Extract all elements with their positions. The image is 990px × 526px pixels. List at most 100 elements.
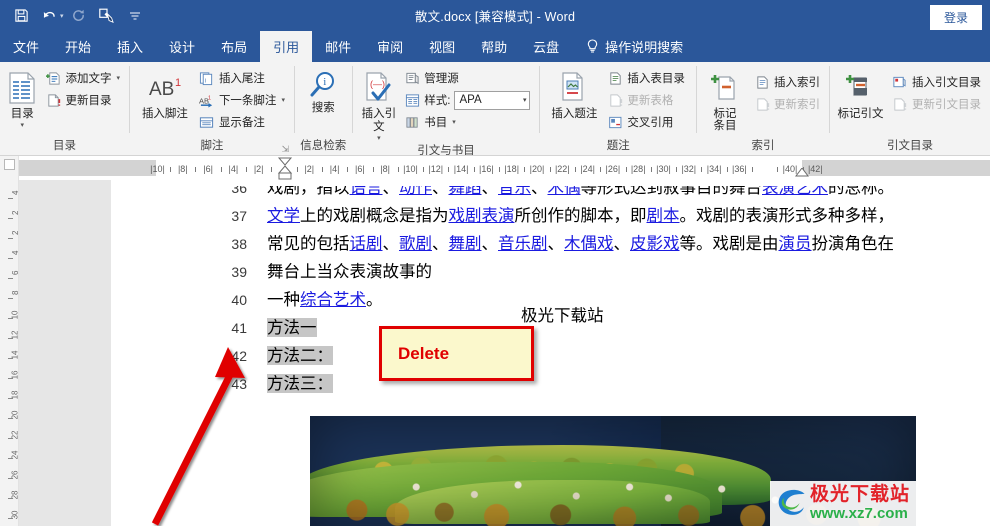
hyperlink[interactable]: 文学	[267, 206, 300, 225]
insert-table-of-authorities-button[interactable]: 插入引文目录	[889, 72, 984, 92]
ruler-tick-mark	[347, 167, 349, 172]
mark-entry-button[interactable]: 标记条目	[703, 66, 747, 132]
svg-text:1: 1	[208, 95, 211, 101]
citation-style-select[interactable]: APA ▾	[454, 90, 531, 110]
delete-callout[interactable]: Delete	[379, 326, 534, 381]
tab-view[interactable]: 视图	[416, 31, 468, 62]
dialog-launcher-icon[interactable]: ⇲	[281, 145, 290, 154]
mark-citation-button[interactable]: 标记引文	[836, 66, 885, 121]
sign-in-button[interactable]: 登录	[929, 5, 982, 30]
tab-stop-icon	[4, 159, 15, 170]
first-line-indent-marker[interactable]	[277, 157, 293, 180]
landscape-photo[interactable]: 极光下载站 www.xz7.com	[310, 416, 916, 526]
title-bar: ▾ 散文.docx [兼容模式] - Word 登录	[0, 0, 990, 31]
vertical-ruler[interactable]: 4 2 2 4 6 8 10 12 14 16 18 20 22 24 26 28 30	[0, 180, 19, 526]
update-table-button[interactable]: 更新表格	[604, 90, 688, 110]
tab-insert[interactable]: 插入	[104, 31, 156, 62]
ruler-tick-label: |28|	[630, 164, 646, 174]
chevron-down-icon[interactable]: ▾	[523, 96, 527, 104]
tab-design[interactable]: 设计	[156, 31, 208, 62]
insert-citation-button[interactable]: (—) 插入引文 ▾	[358, 66, 399, 142]
insert-endnote-icon: i	[199, 70, 215, 86]
hyperlink[interactable]: 演员	[779, 234, 812, 253]
ribbon-tabs: 文件 开始 插入 设计 布局 引用 邮件 审阅 视图 帮助 云盘 操作说明搜索	[0, 31, 990, 62]
update-toc-label: 更新目录	[65, 95, 112, 107]
document-line[interactable]: 一种综合艺术。	[267, 286, 383, 314]
group-label-citations: 引文与书目	[417, 145, 475, 156]
customize-qat-icon[interactable]	[122, 4, 148, 28]
plain-text: 、	[613, 234, 631, 253]
tab-file[interactable]: 文件	[0, 31, 52, 62]
add-text-button[interactable]: 添加文字 ▾	[42, 68, 123, 88]
add-text-label: 添加文字	[65, 73, 112, 85]
group-label-authorities: 引文目录	[886, 140, 933, 152]
save-icon[interactable]	[8, 4, 34, 28]
update-toc-icon	[45, 92, 61, 108]
tab-review[interactable]: 审阅	[364, 31, 416, 62]
redo-icon[interactable]	[66, 4, 92, 28]
horizontal-ruler[interactable]: |10| |8| |6| |4| |2| |2| |4| |6| |8| |10| |12| |14|…	[19, 156, 990, 180]
insert-footnote-icon: AB 1	[145, 68, 185, 108]
tab-cloud-drive[interactable]: 云盘	[520, 31, 572, 62]
format-painter-icon[interactable]	[94, 4, 120, 28]
hyperlink[interactable]: 戏剧表演	[449, 206, 515, 225]
site-watermark: 极光下载站 www.xz7.com	[769, 481, 916, 526]
tab-references[interactable]: 引用	[260, 31, 313, 62]
document-line[interactable]: 文学上的戏剧概念是指为戏剧表演所创作的脚本，即剧本。戏剧的表演形式多种多样，	[267, 202, 894, 230]
update-index-button[interactable]: 更新索引	[751, 94, 823, 114]
toc-button[interactable]: 目录 ▾	[6, 66, 38, 129]
vruler-tick-mark	[8, 358, 13, 359]
update-toc-button[interactable]: 更新目录	[42, 90, 123, 110]
cross-reference-button[interactable]: 交叉引用	[604, 112, 688, 132]
vruler-tick-mark	[8, 438, 13, 439]
undo-dropdown-caret[interactable]: ▾	[60, 12, 64, 20]
ruler-tick-label: |42|	[807, 164, 823, 174]
document-line[interactable]: 方法三：	[267, 370, 333, 398]
plain-text: 、	[547, 234, 565, 253]
document-line[interactable]: 方法一	[267, 314, 317, 342]
right-indent-marker[interactable]	[795, 168, 809, 178]
manage-sources-button[interactable]: 管理源	[401, 68, 533, 88]
chevron-down-icon[interactable]: ▾	[377, 135, 381, 142]
style-icon	[404, 92, 420, 108]
update-table-of-authorities-button[interactable]: 更新引文目录	[889, 94, 984, 114]
chevron-down-icon[interactable]: ▾	[116, 74, 120, 82]
hyperlink[interactable]: 剧本	[647, 206, 680, 225]
document-page[interactable]: 36 37 38 39 40 41 42 43 戏剧，指以语言、动作、舞蹈、音乐、木偶等形式达…	[111, 180, 990, 526]
document-line[interactable]: 常见的包括话剧、歌剧、舞剧、音乐剧、木偶戏、皮影戏等。戏剧是由演员扮演角色在	[267, 230, 894, 258]
hyperlink[interactable]: 木偶戏	[564, 234, 614, 253]
hyperlink[interactable]: 歌剧	[399, 234, 432, 253]
chevron-down-icon[interactable]: ▾	[452, 118, 456, 126]
tab-stop-selector[interactable]	[0, 156, 19, 180]
bibliography-button[interactable]: 书目 ▾	[401, 112, 533, 132]
insert-table-of-figures-button[interactable]: 插入表目录	[604, 68, 688, 88]
tab-layout[interactable]: 布局	[208, 31, 260, 62]
insert-footnote-button[interactable]: AB 1 插入脚注	[136, 66, 194, 121]
document-line[interactable]: 舞台上当众表演故事的	[267, 258, 432, 286]
chevron-down-icon[interactable]: ▾	[281, 96, 285, 104]
tab-mailings[interactable]: 邮件	[312, 31, 364, 62]
hyperlink[interactable]: 综合艺术	[300, 290, 366, 309]
ribbon-group-citations: (—) 插入引文 ▾ 管理源 样式: APA ▾ 书目 ▾ 引文与书目	[352, 62, 539, 156]
undo-icon[interactable]	[36, 4, 62, 28]
research-button[interactable]: i 搜索	[301, 66, 345, 114]
tab-help[interactable]: 帮助	[468, 31, 520, 62]
chevron-down-icon[interactable]: ▾	[20, 122, 24, 129]
insert-index-button[interactable]: 插入索引	[751, 72, 823, 92]
hyperlink[interactable]: 音乐剧	[498, 234, 548, 253]
show-notes-button[interactable]: 显示备注	[196, 112, 288, 132]
hyperlink[interactable]: 舞剧	[449, 234, 482, 253]
ruler-tick-label: |12|	[428, 164, 444, 174]
hyperlink[interactable]: 皮影戏	[630, 234, 680, 253]
next-footnote-button[interactable]: AB 1 下一条脚注 ▾	[196, 90, 288, 110]
tell-me-search[interactable]: 操作说明搜索	[572, 31, 683, 62]
text-run: 舞台上当众表演故事的	[267, 262, 432, 281]
vruler-tick-mark	[8, 338, 13, 339]
hyperlink[interactable]: 话剧	[350, 234, 383, 253]
document-line[interactable]: 方法二：	[267, 342, 333, 370]
insert-caption-button[interactable]: 插入题注	[546, 66, 602, 121]
next-footnote-label: 下一条脚注	[218, 95, 277, 107]
document-work-area: 36 37 38 39 40 41 42 43 戏剧，指以语言、动作、舞蹈、音乐、木偶等形式达…	[19, 180, 990, 526]
tab-home[interactable]: 开始	[52, 31, 104, 62]
insert-endnote-button[interactable]: i 插入尾注	[196, 68, 288, 88]
